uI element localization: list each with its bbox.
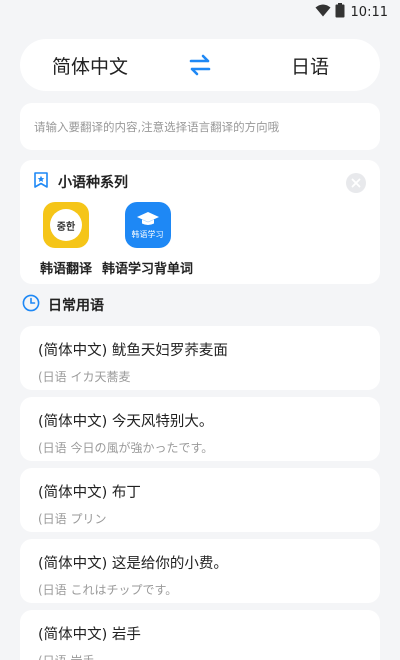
input-placeholder: 请输入要翻译的内容,注意选择语言翻译的方向哦 (34, 119, 280, 134)
app-label: 韩语翻译 (40, 262, 93, 277)
graduation-cap-icon (136, 211, 159, 225)
phrase-item[interactable]: (简体中文) 岩手 (日语 岩手 (20, 610, 380, 660)
target-language-button[interactable]: 日语 (240, 52, 380, 79)
app-korean-vocabulary[interactable]: 韩语学习 韩语学习背单词 (102, 202, 193, 277)
phrase-source: (简体中文) 岩手 (38, 627, 141, 643)
daily-phrases-header: 日常用语 (22, 294, 104, 316)
korean-translate-app-icon: 중한 (43, 202, 89, 248)
phrase-item[interactable]: (简体中文) 布丁 (日语 プリン (20, 468, 380, 532)
phrase-item[interactable]: (简体中文) 鱿鱼天妇罗荞麦面 (日语 イカ天蕎麦 (20, 326, 380, 390)
phrase-item[interactable]: (简体中文) 今天风特别大。 (日语 今日の風が強かったです。 (20, 397, 380, 461)
source-language-button[interactable]: 简体中文 (20, 52, 160, 79)
app-korean-translate[interactable]: 중한 韩语翻译 (40, 202, 92, 277)
translation-input[interactable]: 请输入要翻译的内容,注意选择语言翻译的方向哦 (20, 103, 380, 150)
language-selector-bar: 简体中文 日语 (20, 39, 380, 91)
phrase-item[interactable]: (简体中文) 这是给你的小费。 (日语 これはチップです。 (20, 539, 380, 603)
phrase-target: (日语 イカ天蕎麦 (38, 370, 131, 384)
minor-languages-header: 小语种系列 (32, 171, 128, 193)
app-label: 韩语学习背单词 (102, 262, 194, 277)
minor-languages-title: 小语种系列 (58, 175, 128, 191)
phrase-target: (日语 今日の風が強かったです。 (38, 441, 214, 455)
clock-icon (22, 294, 40, 316)
minor-languages-card: 小语种系列 중한 韩语翻译 韩语学习 韩语学习背单词 (20, 160, 380, 284)
korean-vocabulary-icon-text: 韩语学习 (131, 229, 164, 239)
phrase-source: (简体中文) 这是给你的小费。 (38, 556, 228, 572)
phrase-target: (日语 岩手 (38, 652, 380, 660)
bookmark-star-icon (32, 171, 50, 193)
phrase-source: (简体中文) 鱿鱼天妇罗荞麦面 (38, 343, 228, 359)
status-time: 10:11 (350, 4, 388, 20)
status-bar: 10:11 (0, 0, 400, 24)
phrase-source: (简体中文) 今天风特别大。 (38, 414, 214, 430)
close-icon[interactable] (346, 173, 366, 193)
swap-arrows-icon[interactable] (180, 45, 220, 85)
korean-vocabulary-app-icon: 韩语学习 (124, 202, 171, 248)
daily-phrases-title: 日常用语 (48, 298, 104, 314)
korean-translate-icon-text: 중한 (50, 209, 82, 241)
phrase-target: (日语 これはチップです。 (38, 583, 178, 597)
phrase-source: (简体中文) 布丁 (38, 485, 141, 501)
battery-icon (335, 2, 345, 22)
wifi-icon (315, 4, 331, 21)
phrase-target: (日语 プリン (38, 512, 107, 526)
